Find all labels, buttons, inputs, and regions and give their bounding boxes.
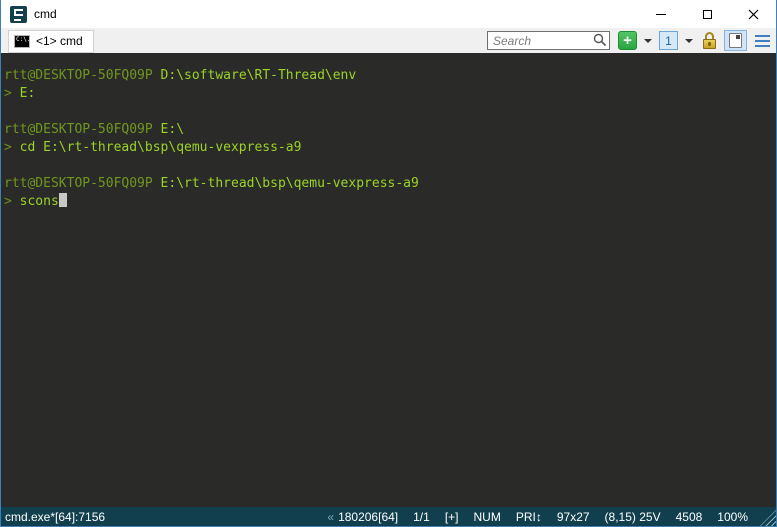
menu-icon bbox=[755, 35, 770, 37]
terminal-text: rtt@DESKTOP-50FQ09P bbox=[4, 122, 161, 137]
conemu-window: cmd C:\. <1> cmd bbox=[0, 0, 777, 527]
new-console-button[interactable]: + bbox=[618, 31, 637, 50]
terminal-line: > scons bbox=[4, 193, 773, 211]
search-box bbox=[487, 31, 610, 50]
terminal-line: > E: bbox=[4, 85, 773, 103]
search-input[interactable] bbox=[487, 31, 610, 50]
terminal-text: E: bbox=[20, 86, 36, 101]
close-button[interactable] bbox=[730, 0, 776, 28]
statusbar-item[interactable]: 4508 bbox=[676, 510, 703, 524]
tab-bar: C:\. <1> cmd + 1 bbox=[1, 28, 776, 53]
statusbar-item[interactable]: 100% bbox=[717, 510, 748, 524]
conemu-logo-icon bbox=[10, 6, 27, 23]
terminal-text: rtt@DESKTOP-50FQ09P bbox=[4, 68, 161, 83]
terminal-line bbox=[4, 157, 773, 175]
terminal-text: > bbox=[4, 86, 20, 101]
window-title: cmd bbox=[34, 7, 57, 21]
statusbar-item[interactable]: PRI↕ bbox=[516, 510, 542, 524]
terminal-text: scons bbox=[20, 194, 59, 209]
close-icon bbox=[748, 9, 759, 20]
new-console-dropdown-icon[interactable] bbox=[644, 39, 652, 43]
terminal-text: > bbox=[4, 140, 20, 155]
terminal-text: E:\rt-thread\bsp\qemu-vexpress-a9 bbox=[161, 176, 419, 191]
minimize-icon bbox=[656, 14, 666, 15]
search-icon bbox=[593, 33, 607, 47]
terminal-text: D:\software\RT-Thread\env bbox=[161, 68, 357, 83]
cmd-prompt-icon: C:\. bbox=[14, 35, 30, 48]
tab-label: <1> cmd bbox=[36, 34, 83, 48]
terminal-line: rtt@DESKTOP-50FQ09P D:\software\RT-Threa… bbox=[4, 67, 773, 85]
terminal-line bbox=[4, 103, 773, 121]
statusbar-item[interactable]: 1/1 bbox=[413, 510, 430, 524]
statusbar-item[interactable]: 180206[64] bbox=[338, 510, 398, 524]
terminal-text: rtt@DESKTOP-50FQ09P bbox=[4, 176, 161, 191]
active-console-button[interactable]: 1 bbox=[659, 31, 678, 50]
terminal-line: rtt@DESKTOP-50FQ09P E:\rt-thread\bsp\qem… bbox=[4, 175, 773, 193]
statusbar-item[interactable]: [+] bbox=[445, 510, 459, 524]
toolbar: + 1 bbox=[487, 30, 772, 51]
maximize-icon bbox=[703, 10, 712, 19]
terminal-line: > cd E:\rt-thread\bsp\qemu-vexpress-a9 bbox=[4, 139, 773, 157]
panel-toggle-button[interactable] bbox=[724, 30, 747, 51]
statusbar-item[interactable]: « bbox=[327, 510, 334, 524]
window-controls bbox=[638, 0, 776, 28]
lock-button[interactable] bbox=[700, 31, 719, 50]
statusbar-process: cmd.exe*[64]:7156 bbox=[5, 510, 105, 524]
minimize-button[interactable] bbox=[638, 0, 684, 28]
maximize-button[interactable] bbox=[684, 0, 730, 28]
terminal-cursor bbox=[59, 193, 67, 207]
terminal-text: cd E:\rt-thread\bsp\qemu-vexpress-a9 bbox=[20, 140, 302, 155]
statusbar-item[interactable]: (8,15) 25V bbox=[605, 510, 661, 524]
terminal-line: rtt@DESKTOP-50FQ09P E:\ bbox=[4, 121, 773, 139]
statusbar-item[interactable]: NUM bbox=[474, 510, 501, 524]
menu-button[interactable] bbox=[752, 31, 772, 50]
titlebar[interactable]: cmd bbox=[1, 0, 776, 28]
panel-icon bbox=[729, 33, 742, 48]
terminal-text: E:\ bbox=[161, 122, 184, 137]
terminal-text: > bbox=[4, 194, 20, 209]
status-bar: cmd.exe*[64]:7156 « 180206[64] 1/1 [+] NUM PR… bbox=[1, 507, 776, 526]
terminal-area[interactable]: rtt@DESKTOP-50FQ09P D:\software\RT-Threa… bbox=[1, 53, 776, 507]
console-list-dropdown-icon[interactable] bbox=[685, 39, 693, 43]
tab-cmd[interactable]: C:\. <1> cmd bbox=[8, 30, 94, 53]
statusbar-item[interactable]: 97x27 bbox=[557, 510, 590, 524]
statusbar-cells: « 180206[64] 1/1 [+] NUM PRI↕ 97x27 (8,15) 25V 4… bbox=[327, 510, 770, 524]
